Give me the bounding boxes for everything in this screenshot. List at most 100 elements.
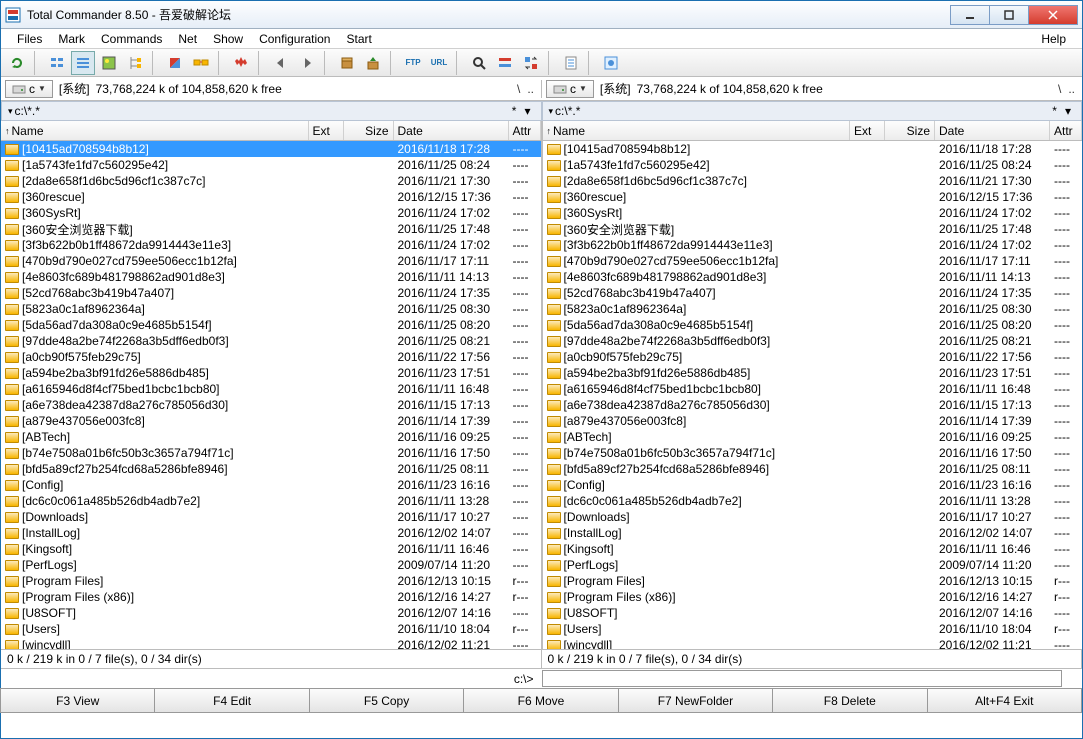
list-item[interactable]: [4e8603fc689b481798862ad901d8e3]2016/11/…	[1, 269, 541, 285]
column-date[interactable]: Date	[935, 121, 1050, 140]
file-list-left[interactable]: [10415ad708594b8b12]2016/11/18 17:28----…	[1, 141, 541, 649]
root-button-right[interactable]: \	[1055, 82, 1064, 96]
list-item[interactable]: [a879e437056e003fc8]2016/11/14 17:39----	[543, 413, 1083, 429]
path-right[interactable]: ▾ c:\*.* * ▾	[542, 101, 1083, 121]
minimize-button[interactable]	[950, 5, 990, 25]
view-thumbs-icon[interactable]	[97, 51, 121, 75]
list-item[interactable]: [Users]2016/11/10 18:04r---	[543, 621, 1083, 637]
list-item[interactable]: [wincydll]2016/12/02 11:21----	[543, 637, 1083, 649]
fn-f6-move[interactable]: F6 Move	[463, 688, 618, 713]
list-item[interactable]: [470b9d790e027cd759ee506ecc1b12fa]2016/1…	[543, 253, 1083, 269]
list-item[interactable]: [InstallLog]2016/12/02 14:07----	[543, 525, 1083, 541]
menu-show[interactable]: Show	[205, 30, 251, 48]
column-ext[interactable]: Ext	[309, 121, 344, 140]
list-item[interactable]: [4e8603fc689b481798862ad901d8e3]2016/11/…	[543, 269, 1083, 285]
list-item[interactable]: [5da56ad7da308a0c9e4685b5154f]2016/11/25…	[543, 317, 1083, 333]
column-ext[interactable]: Ext	[850, 121, 885, 140]
list-item[interactable]: [ABTech]2016/11/16 09:25----	[1, 429, 541, 445]
list-item[interactable]: [470b9d790e027cd759ee506ecc1b12fa]2016/1…	[1, 253, 541, 269]
list-item[interactable]: [b74e7508a01b6fc50b3c3657a794f71c]2016/1…	[1, 445, 541, 461]
list-item[interactable]: [a879e437056e003fc8]2016/11/14 17:39----	[1, 413, 541, 429]
menu-start[interactable]: Start	[338, 30, 379, 48]
list-item[interactable]: [5da56ad7da308a0c9e4685b5154f]2016/11/25…	[1, 317, 541, 333]
list-item[interactable]: [wincydll]2016/12/02 11:21----	[1, 637, 541, 649]
titlebar[interactable]: Total Commander 8.50 - 吾爱破解论坛	[1, 1, 1082, 29]
list-item[interactable]: [360rescue]2016/12/15 17:36----	[543, 189, 1083, 205]
ftp-new-icon[interactable]: URL	[427, 51, 451, 75]
list-item[interactable]: [360SysRt]2016/11/24 17:02----	[543, 205, 1083, 221]
list-item[interactable]: [a6165946d8f4cf75bed1bcbc1bcb80]2016/11/…	[543, 381, 1083, 397]
fn-f5-copy[interactable]: F5 Copy	[309, 688, 464, 713]
column-name[interactable]: ↑Name	[543, 121, 851, 140]
menu-help[interactable]: Help	[1033, 30, 1074, 48]
list-item[interactable]: [3f3b622b0b1ff48672da9914443e11e3]2016/1…	[543, 237, 1083, 253]
list-item[interactable]: [a0cb90f575feb29c75]2016/11/22 17:56----	[1, 349, 541, 365]
list-item[interactable]: [bfd5a89cf27b254fcd68a5286bfe8946]2016/1…	[543, 461, 1083, 477]
root-button-left[interactable]: \	[514, 82, 523, 96]
close-button[interactable]	[1028, 5, 1078, 25]
fn-f4-edit[interactable]: F4 Edit	[154, 688, 309, 713]
list-item[interactable]: [b74e7508a01b6fc50b3c3657a794f71c]2016/1…	[543, 445, 1083, 461]
view-brief-icon[interactable]	[45, 51, 69, 75]
parent-button-right[interactable]: ..	[1065, 82, 1078, 96]
list-item[interactable]: [2da8e658f1d6bc5d96cf1c387c7c]2016/11/21…	[1, 173, 541, 189]
list-item[interactable]: [a594be2ba3bf91fd26e5886db485]2016/11/23…	[543, 365, 1083, 381]
history-button[interactable]: ▾	[520, 104, 534, 118]
list-item[interactable]: [3f3b622b0b1ff48672da9914443e11e3]2016/1…	[1, 237, 541, 253]
drive-button-left[interactable]: c ▼	[5, 80, 53, 98]
parent-button-left[interactable]: ..	[524, 82, 537, 96]
wipe-icon[interactable]	[229, 51, 253, 75]
list-item[interactable]: [U8SOFT]2016/12/07 14:16----	[1, 605, 541, 621]
list-item[interactable]: [Program Files]2016/12/13 10:15r---	[1, 573, 541, 589]
menu-commands[interactable]: Commands	[93, 30, 170, 48]
ftp-connect-icon[interactable]: FTP	[401, 51, 425, 75]
column-date[interactable]: Date	[394, 121, 509, 140]
list-item[interactable]: [Downloads]2016/11/17 10:27----	[543, 509, 1083, 525]
list-item[interactable]: [Downloads]2016/11/17 10:27----	[1, 509, 541, 525]
list-item[interactable]: [10415ad708594b8b12]2016/11/18 17:28----	[1, 141, 541, 157]
favorite-button[interactable]: *	[1048, 104, 1061, 118]
multirename-icon[interactable]	[493, 51, 517, 75]
unpack-icon[interactable]	[361, 51, 385, 75]
list-item[interactable]: [10415ad708594b8b12]2016/11/18 17:28----	[543, 141, 1083, 157]
list-item[interactable]: [Program Files]2016/12/13 10:15r---	[543, 573, 1083, 589]
list-item[interactable]: [360安全浏览器下载]2016/11/25 17:48----	[543, 221, 1083, 237]
list-item[interactable]: [Program Files (x86)]2016/12/16 14:27r--…	[1, 589, 541, 605]
file-list-right[interactable]: [10415ad708594b8b12]2016/11/18 17:28----…	[543, 141, 1083, 649]
list-item[interactable]: [52cd768abc3b419b47a407]2016/11/24 17:35…	[543, 285, 1083, 301]
search-icon[interactable]	[467, 51, 491, 75]
fn-altf4-exit[interactable]: Alt+F4 Exit	[927, 688, 1082, 713]
favorite-button[interactable]: *	[508, 104, 521, 118]
column-attr[interactable]: Attr	[509, 121, 541, 140]
column-size[interactable]: Size	[344, 121, 394, 140]
list-item[interactable]: [ABTech]2016/11/16 09:25----	[543, 429, 1083, 445]
list-item[interactable]: [Program Files (x86)]2016/12/16 14:27r--…	[543, 589, 1083, 605]
list-item[interactable]: [Kingsoft]2016/11/11 16:46----	[543, 541, 1083, 557]
invert-selection-icon[interactable]	[163, 51, 187, 75]
list-item[interactable]: [Config]2016/11/23 16:16----	[1, 477, 541, 493]
list-item[interactable]: [InstallLog]2016/12/02 14:07----	[1, 525, 541, 541]
list-item[interactable]: [5823a0c1af8962364a]2016/11/25 08:30----	[1, 301, 541, 317]
list-item[interactable]: [PerfLogs]2009/07/14 11:20----	[543, 557, 1083, 573]
list-item[interactable]: [360rescue]2016/12/15 17:36----	[1, 189, 541, 205]
forward-icon[interactable]	[295, 51, 319, 75]
list-item[interactable]: [52cd768abc3b419b47a407]2016/11/24 17:35…	[1, 285, 541, 301]
sync-dirs-icon[interactable]	[189, 51, 213, 75]
list-item[interactable]: [dc6c0c061a485b526db4adb7e2]2016/11/11 1…	[543, 493, 1083, 509]
control-panel-icon[interactable]	[599, 51, 623, 75]
list-item[interactable]: [Users]2016/11/10 18:04r---	[1, 621, 541, 637]
list-item[interactable]: [2da8e658f1d6bc5d96cf1c387c7c]2016/11/21…	[543, 173, 1083, 189]
list-item[interactable]: [1a5743fe1fd7c560295e42]2016/11/25 08:24…	[1, 157, 541, 173]
menu-files[interactable]: Files	[9, 30, 50, 48]
path-left[interactable]: ▾ c:\*.* * ▾	[1, 101, 542, 121]
list-item[interactable]: [5823a0c1af8962364a]2016/11/25 08:30----	[543, 301, 1083, 317]
view-full-icon[interactable]	[71, 51, 95, 75]
list-item[interactable]: [a6e738dea42387d8a276c785056d30]2016/11/…	[543, 397, 1083, 413]
list-item[interactable]: [360SysRt]2016/11/24 17:02----	[1, 205, 541, 221]
view-tree-icon[interactable]	[123, 51, 147, 75]
column-name[interactable]: ↑Name	[1, 121, 309, 140]
back-icon[interactable]	[269, 51, 293, 75]
list-item[interactable]: [Config]2016/11/23 16:16----	[543, 477, 1083, 493]
menu-configuration[interactable]: Configuration	[251, 30, 338, 48]
menu-mark[interactable]: Mark	[50, 30, 93, 48]
